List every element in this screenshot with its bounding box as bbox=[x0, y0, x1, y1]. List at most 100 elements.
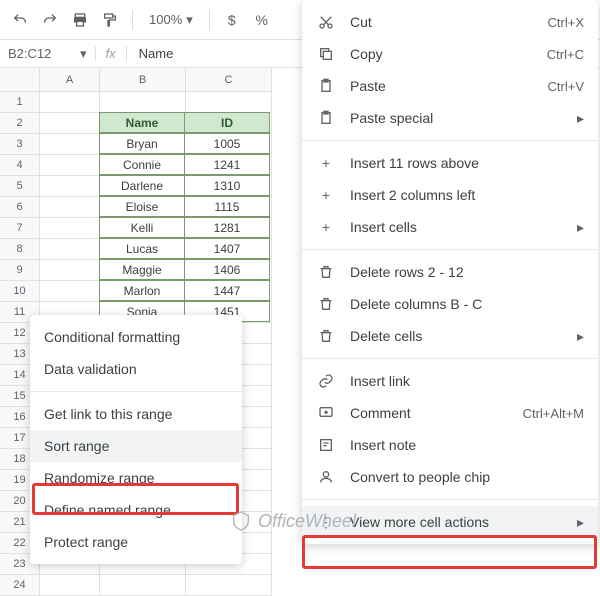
table-cell[interactable]: 1406 bbox=[184, 259, 270, 280]
table-cell[interactable]: Kelli bbox=[99, 217, 185, 238]
row-header[interactable]: 5 bbox=[0, 176, 40, 197]
menu-label: Insert 2 columns left bbox=[350, 187, 584, 203]
table-cell[interactable]: 1310 bbox=[184, 175, 270, 196]
row-header[interactable]: 24 bbox=[0, 575, 40, 596]
print-icon[interactable] bbox=[68, 8, 92, 32]
table-cell[interactable]: Connie bbox=[99, 154, 185, 175]
table-header-name[interactable]: Name bbox=[99, 112, 185, 133]
column-header[interactable]: C bbox=[186, 68, 272, 92]
menu-label: Delete cells bbox=[350, 328, 563, 344]
menu-item-insert-rows[interactable]: + Insert 11 rows above bbox=[302, 147, 598, 179]
menu-item-delete-rows[interactable]: Delete rows 2 - 12 bbox=[302, 256, 598, 288]
table-cell[interactable]: 1005 bbox=[184, 133, 270, 154]
menu-separator bbox=[302, 499, 598, 500]
menu-item-paste-special[interactable]: Paste special ▸ bbox=[302, 102, 598, 134]
undo-icon[interactable] bbox=[8, 8, 32, 32]
menu-item-people-chip[interactable]: Convert to people chip bbox=[302, 461, 598, 493]
column-header[interactable]: B bbox=[100, 68, 186, 92]
row-header[interactable]: 4 bbox=[0, 155, 40, 176]
menu-label: Protect range bbox=[44, 534, 228, 550]
table-header-id[interactable]: ID bbox=[184, 112, 270, 133]
table-cell[interactable]: Lucas bbox=[99, 238, 185, 259]
table-cell[interactable]: 1281 bbox=[184, 217, 270, 238]
menu-item-copy[interactable]: Copy Ctrl+C bbox=[302, 38, 598, 70]
menu-item-view-more[interactable]: ⋮ View more cell actions ▸ bbox=[302, 506, 598, 538]
menu-label: Insert link bbox=[350, 373, 584, 389]
zoom-value: 100% bbox=[149, 12, 182, 27]
menu-label: Cut bbox=[350, 14, 534, 30]
menu-label: Convert to people chip bbox=[350, 469, 584, 485]
table-cell[interactable]: 1115 bbox=[184, 196, 270, 217]
menu-item-insert-cells[interactable]: + Insert cells ▸ bbox=[302, 211, 598, 243]
menu-item-paste[interactable]: Paste Ctrl+V bbox=[302, 70, 598, 102]
percent-format-button[interactable]: % bbox=[250, 8, 274, 32]
table-cell[interactable]: Eloise bbox=[99, 196, 185, 217]
data-table: Name ID Bryan1005 Connie1241 Darlene1310… bbox=[100, 113, 270, 323]
menu-separator bbox=[30, 391, 242, 392]
menu-item-data-validation[interactable]: Data validation bbox=[30, 353, 242, 385]
chevron-right-icon: ▸ bbox=[577, 328, 584, 345]
context-menu-sub: Conditional formatting Data validation G… bbox=[30, 315, 242, 564]
menu-item-delete-cols[interactable]: Delete columns B - C bbox=[302, 288, 598, 320]
table-cell[interactable]: Darlene bbox=[99, 175, 185, 196]
row-header[interactable]: 10 bbox=[0, 281, 40, 302]
menu-label: Get link to this range bbox=[44, 406, 228, 422]
menu-item-named-range[interactable]: Define named range bbox=[30, 494, 242, 526]
table-cell[interactable]: Marlon bbox=[99, 280, 185, 301]
menu-item-cut[interactable]: Cut Ctrl+X bbox=[302, 6, 598, 38]
row-header[interactable]: 9 bbox=[0, 260, 40, 281]
menu-item-protect-range[interactable]: Protect range bbox=[30, 526, 242, 558]
link-icon bbox=[316, 373, 336, 389]
more-icon: ⋮ bbox=[316, 514, 336, 531]
menu-shortcut: Ctrl+V bbox=[548, 79, 584, 94]
redo-icon[interactable] bbox=[38, 8, 62, 32]
menu-item-sort-range[interactable]: Sort range bbox=[30, 430, 242, 462]
zoom-select[interactable]: 100%▾ bbox=[143, 12, 199, 28]
copy-icon bbox=[316, 46, 336, 62]
select-all-corner[interactable] bbox=[0, 68, 40, 92]
menu-label: Insert 11 rows above bbox=[350, 155, 584, 171]
menu-label: Comment bbox=[350, 405, 509, 421]
paint-format-icon[interactable] bbox=[98, 8, 122, 32]
row-header[interactable]: 8 bbox=[0, 239, 40, 260]
trash-icon bbox=[316, 296, 336, 312]
menu-item-delete-cells[interactable]: Delete cells ▸ bbox=[302, 320, 598, 352]
currency-format-button[interactable]: $ bbox=[220, 8, 244, 32]
menu-label: Define named range bbox=[44, 502, 228, 518]
table-cell[interactable]: Bryan bbox=[99, 133, 185, 154]
note-icon bbox=[316, 437, 336, 453]
menu-label: Insert note bbox=[350, 437, 584, 453]
menu-label: Copy bbox=[350, 46, 533, 62]
plus-icon: + bbox=[316, 155, 336, 171]
context-menu-main: Cut Ctrl+X Copy Ctrl+C Paste Ctrl+V Past… bbox=[302, 0, 598, 544]
trash-icon bbox=[316, 264, 336, 280]
menu-item-insert-link[interactable]: Insert link bbox=[302, 365, 598, 397]
table-cell[interactable]: 1241 bbox=[184, 154, 270, 175]
row-header[interactable]: 3 bbox=[0, 134, 40, 155]
menu-label: Paste bbox=[350, 78, 534, 94]
paste-special-icon bbox=[316, 110, 336, 126]
menu-item-insert-note[interactable]: Insert note bbox=[302, 429, 598, 461]
separator bbox=[132, 10, 133, 30]
menu-item-insert-cols[interactable]: + Insert 2 columns left bbox=[302, 179, 598, 211]
row-header[interactable]: 1 bbox=[0, 92, 40, 113]
row-header[interactable]: 2 bbox=[0, 113, 40, 134]
chevron-right-icon: ▸ bbox=[577, 110, 584, 127]
name-box[interactable]: B2:C12 bbox=[0, 46, 80, 61]
row-header[interactable]: 7 bbox=[0, 218, 40, 239]
table-cell[interactable]: 1407 bbox=[184, 238, 270, 259]
menu-label: Insert cells bbox=[350, 219, 563, 235]
menu-label: Paste special bbox=[350, 110, 563, 126]
menu-item-comment[interactable]: Comment Ctrl+Alt+M bbox=[302, 397, 598, 429]
formula-input[interactable]: Name bbox=[127, 46, 186, 61]
menu-label: Delete columns B - C bbox=[350, 296, 584, 312]
table-cell[interactable]: 1447 bbox=[184, 280, 270, 301]
menu-item-conditional-formatting[interactable]: Conditional formatting bbox=[30, 321, 242, 353]
chevron-down-icon[interactable]: ▾ bbox=[80, 46, 95, 62]
menu-item-randomize-range[interactable]: Randomize range bbox=[30, 462, 242, 494]
menu-item-get-link[interactable]: Get link to this range bbox=[30, 398, 242, 430]
menu-label: Sort range bbox=[44, 438, 228, 454]
row-header[interactable]: 6 bbox=[0, 197, 40, 218]
column-header[interactable]: A bbox=[40, 68, 100, 92]
table-cell[interactable]: Maggie bbox=[99, 259, 185, 280]
